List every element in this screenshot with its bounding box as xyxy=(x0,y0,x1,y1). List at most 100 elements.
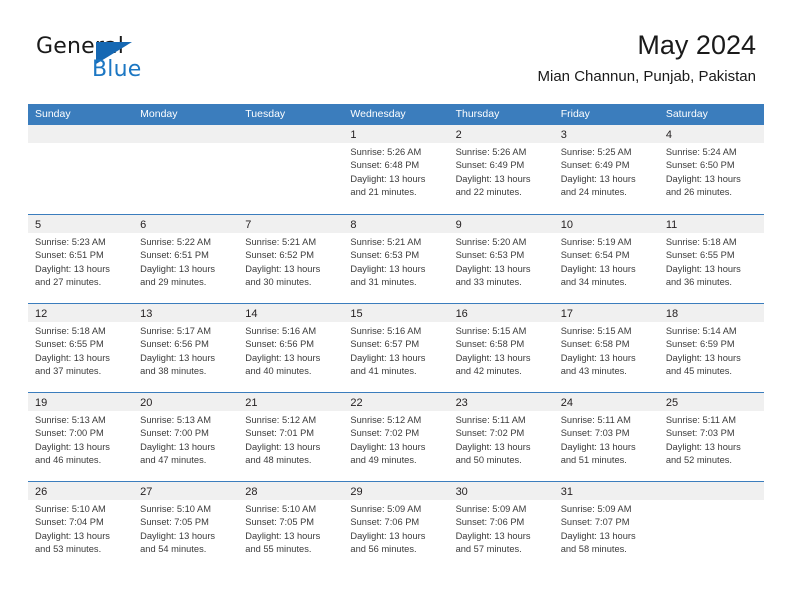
day-detail-body xyxy=(238,143,343,146)
day-number: 27 xyxy=(140,486,153,498)
calendar-day-cell[interactable]: 22 Sunrise: 5:12 AM Sunset: 7:02 PM Dayligh… xyxy=(343,393,449,481)
calendar-day-cell[interactable]: 6 Sunrise: 5:22 AM Sunset: 6:51 PM Daylight… xyxy=(133,215,239,303)
calendar-day-cell[interactable]: 10 Sunrise: 5:19 AM Sunset: 6:54 PM Dayligh… xyxy=(553,215,659,303)
day-number: 19 xyxy=(35,397,48,409)
day-detail-body: Sunrise: 5:20 AM Sunset: 6:53 PM Daylight:… xyxy=(449,233,554,290)
sunrise-text: Sunrise: 5:09 AM xyxy=(560,504,632,514)
sunset-text: Sunset: 7:04 PM xyxy=(35,517,104,528)
calendar-day-cell[interactable]: 11 Sunrise: 5:18 AM Sunset: 6:55 PM Dayligh… xyxy=(658,215,764,303)
daylight-text-cont: and 45 minutes. xyxy=(665,366,732,377)
day-number: 17 xyxy=(560,308,573,320)
daylight-text: Daylight: 13 hours xyxy=(455,441,531,452)
weekday-header-wednesday: Wednesday xyxy=(350,108,406,120)
daylight-text: Daylight: 13 hours xyxy=(665,352,741,363)
calendar-day-cell[interactable]: 8 Sunrise: 5:21 AM Sunset: 6:53 PM Daylight… xyxy=(343,215,449,303)
day-detail-body: Sunrise: 5:09 AM Sunset: 7:06 PM Daylight:… xyxy=(343,500,448,557)
calendar-day-cell-empty xyxy=(28,125,134,214)
calendar-day-cell[interactable]: 7 Sunrise: 5:21 AM Sunset: 6:52 PM Daylight… xyxy=(238,215,344,303)
calendar-day-cell[interactable]: 2 Sunrise: 5:26 AM Sunset: 6:49 PM Daylight… xyxy=(448,125,554,214)
calendar-day-cell[interactable]: 24 Sunrise: 5:11 AM Sunset: 7:03 PM Dayligh… xyxy=(553,393,659,481)
calendar-day-cell[interactable]: 9 Sunrise: 5:20 AM Sunset: 6:53 PM Daylight… xyxy=(448,215,554,303)
sunset-text: Sunset: 7:07 PM xyxy=(560,517,630,528)
day-number-band: 30 xyxy=(448,482,554,500)
day-detail-body: Sunrise: 5:17 AM Sunset: 6:56 PM Daylight:… xyxy=(133,322,238,379)
calendar-day-cell[interactable]: 19 Sunrise: 5:13 AM Sunset: 7:00 PM Dayligh… xyxy=(28,393,134,481)
day-number: 14 xyxy=(245,308,258,320)
daylight-text-cont: and 55 minutes. xyxy=(245,544,312,555)
day-number: 23 xyxy=(455,397,468,409)
day-detail-body: Sunrise: 5:11 AM Sunset: 7:03 PM Daylight:… xyxy=(554,411,659,468)
day-number-band: 18 xyxy=(658,304,764,322)
calendar-day-cell[interactable]: 29 Sunrise: 5:09 AM Sunset: 7:06 PM Dayligh… xyxy=(343,482,449,570)
day-detail-body xyxy=(659,500,764,503)
daylight-text: Daylight: 13 hours xyxy=(455,530,531,541)
day-number-band: 29 xyxy=(343,482,449,500)
calendar-day-cell[interactable]: 26 Sunrise: 5:10 AM Sunset: 7:04 PM Dayligh… xyxy=(28,482,134,570)
sunset-text: Sunset: 6:53 PM xyxy=(350,250,420,261)
day-number-band: 13 xyxy=(133,304,239,322)
sunset-text: Sunset: 6:49 PM xyxy=(455,160,525,171)
day-number-band: 6 xyxy=(133,215,239,233)
daylight-text: Daylight: 13 hours xyxy=(560,530,636,541)
calendar-day-cell[interactable]: 4 Sunrise: 5:24 AM Sunset: 6:50 PM Daylight… xyxy=(658,125,764,214)
day-number-band xyxy=(238,125,344,143)
sunrise-text: Sunrise: 5:15 AM xyxy=(560,326,632,336)
sunrise-text: Sunrise: 5:16 AM xyxy=(245,326,317,336)
calendar-day-cell[interactable]: 3 Sunrise: 5:25 AM Sunset: 6:49 PM Daylight… xyxy=(553,125,659,214)
calendar-day-cell[interactable]: 17 Sunrise: 5:15 AM Sunset: 6:58 PM Dayligh… xyxy=(553,304,659,392)
calendar-day-cell[interactable]: 31 Sunrise: 5:09 AM Sunset: 7:07 PM Dayligh… xyxy=(553,482,659,570)
calendar-day-cell[interactable]: 12 Sunrise: 5:18 AM Sunset: 6:55 PM Dayligh… xyxy=(28,304,134,392)
calendar-day-cell[interactable]: 1 Sunrise: 5:26 AM Sunset: 6:48 PM Daylight… xyxy=(343,125,449,214)
calendar-day-cell[interactable]: 14 Sunrise: 5:16 AM Sunset: 6:56 PM Dayligh… xyxy=(238,304,344,392)
general-blue-logo[interactable]: General Blue xyxy=(36,34,216,90)
day-detail-body: Sunrise: 5:16 AM Sunset: 6:57 PM Daylight:… xyxy=(343,322,448,379)
logo-text-blue: Blue xyxy=(92,57,142,82)
day-detail-body xyxy=(133,143,238,146)
daylight-text: Daylight: 13 hours xyxy=(140,263,216,274)
daylight-text: Daylight: 13 hours xyxy=(350,530,426,541)
sunrise-text: Sunrise: 5:12 AM xyxy=(245,415,317,425)
day-number: 25 xyxy=(665,397,679,409)
sunset-text: Sunset: 6:49 PM xyxy=(560,160,630,171)
sunset-text: Sunset: 6:56 PM xyxy=(245,339,315,350)
day-number-band: 22 xyxy=(343,393,449,411)
sunset-text: Sunset: 6:57 PM xyxy=(350,339,420,350)
day-number: 18 xyxy=(665,308,679,320)
calendar-day-cell[interactable]: 20 Sunrise: 5:13 AM Sunset: 7:00 PM Dayligh… xyxy=(133,393,239,481)
calendar-day-cell[interactable]: 30 Sunrise: 5:09 AM Sunset: 7:06 PM Dayligh… xyxy=(448,482,554,570)
calendar-day-cell[interactable]: 27 Sunrise: 5:10 AM Sunset: 7:05 PM Dayligh… xyxy=(133,482,239,570)
day-number: 31 xyxy=(560,486,573,498)
calendar-day-cell[interactable]: 15 Sunrise: 5:16 AM Sunset: 6:57 PM Dayligh… xyxy=(343,304,449,392)
calendar-day-cell[interactable]: 28 Sunrise: 5:10 AM Sunset: 7:05 PM Dayligh… xyxy=(238,482,344,570)
day-number-band: 11 xyxy=(658,215,764,233)
calendar-day-cell[interactable]: 25 Sunrise: 5:11 AM Sunset: 7:03 PM Dayligh… xyxy=(658,393,764,481)
sunset-text: Sunset: 6:50 PM xyxy=(665,160,735,171)
calendar-day-cell[interactable]: 23 Sunrise: 5:11 AM Sunset: 7:02 PM Dayligh… xyxy=(448,393,554,481)
day-number: 30 xyxy=(455,486,468,498)
day-number: 28 xyxy=(245,486,258,498)
daylight-text: Daylight: 13 hours xyxy=(140,441,216,452)
calendar-day-cell[interactable]: 13 Sunrise: 5:17 AM Sunset: 6:56 PM Dayligh… xyxy=(133,304,239,392)
day-detail-body: Sunrise: 5:12 AM Sunset: 7:02 PM Daylight:… xyxy=(343,411,448,468)
day-number: 11 xyxy=(665,219,678,231)
day-detail-body: Sunrise: 5:14 AM Sunset: 6:59 PM Daylight:… xyxy=(659,322,764,379)
daylight-text-cont: and 31 minutes. xyxy=(350,277,417,288)
daylight-text: Daylight: 13 hours xyxy=(560,173,636,184)
daylight-text-cont: and 42 minutes. xyxy=(455,366,522,377)
day-number: 12 xyxy=(35,308,48,320)
calendar-day-cell[interactable]: 16 Sunrise: 5:15 AM Sunset: 6:58 PM Dayligh… xyxy=(448,304,554,392)
calendar-day-cell[interactable]: 18 Sunrise: 5:14 AM Sunset: 6:59 PM Dayligh… xyxy=(658,304,764,392)
sunrise-text: Sunrise: 5:10 AM xyxy=(245,504,317,514)
day-number: 26 xyxy=(35,486,48,498)
calendar-day-cell[interactable]: 5 Sunrise: 5:23 AM Sunset: 6:51 PM Daylight… xyxy=(28,215,134,303)
daylight-text-cont: and 57 minutes. xyxy=(455,544,522,555)
calendar-day-cell[interactable]: 21 Sunrise: 5:12 AM Sunset: 7:01 PM Dayligh… xyxy=(238,393,344,481)
sunset-text: Sunset: 6:51 PM xyxy=(35,250,104,261)
daylight-text: Daylight: 13 hours xyxy=(350,173,426,184)
daylight-text-cont: and 58 minutes. xyxy=(560,544,627,555)
day-number-band: 2 xyxy=(448,125,554,143)
calendar-week-row: 1 Sunrise: 5:26 AM Sunset: 6:48 PM Daylight… xyxy=(28,125,764,214)
daylight-text: Daylight: 13 hours xyxy=(560,441,636,452)
calendar-page: General Blue May 2024 Mian Channun, Punj… xyxy=(0,0,792,612)
weekday-header-thursday: Thursday xyxy=(455,108,500,120)
